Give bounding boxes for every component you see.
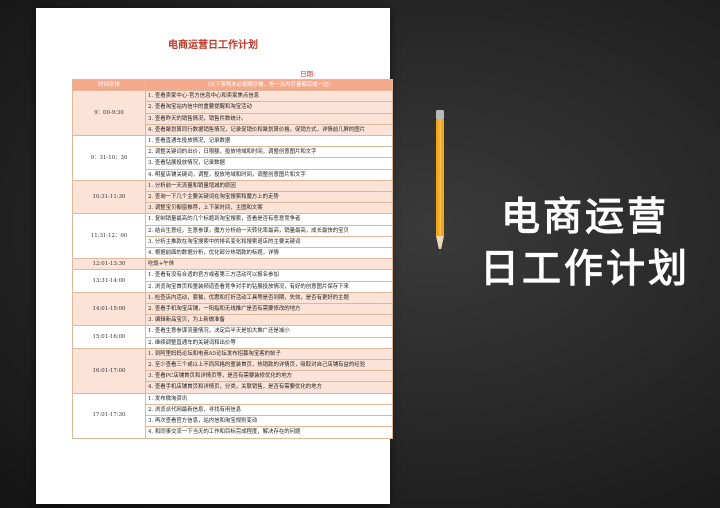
document-title: 电商运营日工作计划 [168, 40, 258, 51]
table-row: 15:01-16:00 1. 查看生意参谋流量情况，决定后半天是加大推广还是减小 [72, 325, 393, 349]
time-slot-cell: 14:01-15:00 [72, 291, 146, 327]
task-cell: 2. 查看手机淘宝店铺，一阳指和无线推广是否有需要修改的地方 [145, 303, 393, 316]
task-cell: 3. 再次查看官方信息，站内信和淘宝规则变动 [145, 415, 393, 428]
date-label: 日期: [300, 70, 316, 78]
table-row: 10:31-11:30 1. 分析前一天流量和销量增减的原因 [72, 179, 393, 215]
table-row: 16:01-17:00 1. 到阿里妈妈论坛和电商A5论坛发布招募淘宝客的帖子 [72, 347, 393, 394]
pencil-lead [438, 249, 442, 254]
table-row: 17:01-17:30 1. 发布微淘资讯 [72, 392, 393, 439]
headline-line-2: 日工作计划 [479, 247, 690, 292]
table-row: 13:31-14:00 1. 查看有没有合适的官方或者第三方活动可以报名参加 [72, 269, 393, 293]
task-cell: 1. 查看卖家中心-官方信息中心和卖家焦点信息 [145, 90, 393, 103]
table-header-row: 时间安排 （以下事情未必按顺序做，但一天内尽量都完成一边） [72, 78, 393, 92]
task-cell: 3. 编辑新品宝贝，为上新做准备 [145, 314, 393, 327]
task-cell: 1. 查看有没有合适的官方或者第三方活动可以报名参加 [145, 269, 393, 282]
task-cell: 1. 查看直通车投放情况，记录数据 [145, 135, 393, 148]
task-cell: 4. 根据前面的数据分析，优化部分热销款的标题，详情 [145, 247, 393, 260]
time-column-header: 时间安排 [72, 78, 146, 92]
task-cell: 3. 查看PC店铺首页和详情页等，是否有需要装修优化的地方 [145, 370, 393, 383]
schedule-table: 时间安排 （以下事情未必按顺序做，但一天内尽量都完成一边） 9：00-9:30 1… [72, 78, 393, 439]
task-cell: 吃饭+午休 [145, 258, 393, 271]
document-page: 电商运营日工作计划 日期: 时间安排 （以下事情未必按顺序做，但一天内尽量都完成… [36, 8, 393, 504]
table-row: 11:31-12：00 1. 复制销量最高的几个标题到淘宝搜索，查看是否有恶意竞争… [72, 213, 393, 260]
schedule-body: 9：00-9:30 1. 查看卖家中心-官方信息中心和卖家焦点信息 2. 查看淘宝站… [72, 90, 393, 439]
note-column-header: （以下事情未必按顺序做，但一天内尽量都完成一边） [145, 78, 393, 92]
time-slot-cell: 10:31-11:30 [72, 179, 146, 215]
task-cell: 2. 继续调整直通车的关键词和出价等 [145, 336, 393, 349]
task-cell: 1. 分析前一天流量和销量增减的原因 [145, 179, 393, 193]
time-slot-cell: 13:31-14:00 [72, 269, 146, 293]
table-row: 9：31-10：30 1. 查看直通车投放情况，记录数据 [72, 135, 393, 181]
task-cell: 2. 浏览派代网最新信息，寻找有用信息 [145, 403, 393, 417]
task-cell: 3. 分析主推款在淘宝搜索中的排名变化和搜索退店的主要关键词 [145, 235, 393, 249]
task-cell: 3. 查看昨天的销售情况，销售件数统计。 [145, 112, 393, 125]
table-row: 9：00-9:30 1. 查看卖家中心-官方信息中心和卖家焦点信息 [72, 90, 393, 137]
task-cell: 2. 至少查看三个或以上不同风格的童装首页，热销款的详情页，吸取对自己店铺有益的… [145, 359, 393, 372]
time-slot-cell: 15:01-16:00 [72, 325, 146, 349]
pencil-icon [436, 110, 444, 254]
table-row: 12:01-13:30 吃饭+午休 [72, 258, 393, 271]
task-cell: 4. 明星店铺关键词，调整，投放地域和时间，调整创意图片和文字 [145, 168, 393, 181]
time-slot-cell: 9：00-9:30 [72, 90, 146, 137]
time-slot-cell: 9：31-10：30 [72, 135, 146, 181]
task-cell: 3. 调整宝贝橱窗推荐，上下架时间，主图和文案 [145, 202, 393, 215]
task-cell: 4. 查看手机店铺首页和详情页，分类，关联销售，是否有需要优化的地方 [145, 381, 393, 394]
task-cell: 1. 复制销量最高的几个标题到淘宝搜索，查看是否有恶意竞争者 [145, 213, 393, 226]
time-slot-cell: 11:31-12：00 [72, 213, 146, 260]
pencil-highlight [439, 120, 441, 236]
task-cell: 4. 和同事交流一下当天的工作和目标完成程度，解决存在的问题 [145, 426, 393, 439]
task-cell: 1. 发布微淘资讯 [145, 392, 393, 405]
table-row: 14:01-15:00 1. 检查店内活动，套餐，优惠和打折活动工具等是否到期，失… [72, 291, 393, 327]
task-cell: 2. 查看淘宝站内信中的重要提醒和淘宝活动 [145, 101, 393, 114]
time-slot-cell: 12:01-13:30 [72, 258, 146, 271]
task-cell: 2. 调整关键词的出价，日限额，投放地域和时间，调整创意图片和文字 [145, 146, 393, 159]
task-cell: 1. 检查店内活动，套餐，优惠和打折活动工具等是否到期，失效，是否有更好的主题 [145, 291, 393, 305]
task-cell: 2. 结合生意经，生意参谋，魔方分析前一天转化率最高，销量最高，成长最快的宝贝 [145, 224, 393, 237]
time-slot-cell: 16:01-17:00 [72, 347, 146, 394]
task-cell: 4. 查看聚划算同行数据销售情况，记录促销价和聚划算价格，促销方式，详情前几屏的… [145, 123, 393, 137]
task-cell: 1. 到阿里妈妈论坛和电商A5论坛发布招募淘宝客的帖子 [145, 347, 393, 361]
task-cell: 2. 浏览淘宝首页和童装频道查看竞争对手的钻展投放情况，有好的创意图片保存下来 [145, 280, 393, 293]
task-cell: 3. 查看钻展投放情况，记录数据 [145, 157, 393, 170]
task-cell: 1. 查看生意参谋流量情况，决定后半天是加大推广还是减小 [145, 325, 393, 338]
task-cell: 2. 查询一下几个主要关键词在淘宝搜索和魔方上的走势 [145, 191, 393, 204]
pencil-cap [436, 110, 444, 120]
time-slot-cell: 17:01-17:30 [72, 392, 146, 439]
headline-line-1: 电商运营 [500, 195, 669, 240]
